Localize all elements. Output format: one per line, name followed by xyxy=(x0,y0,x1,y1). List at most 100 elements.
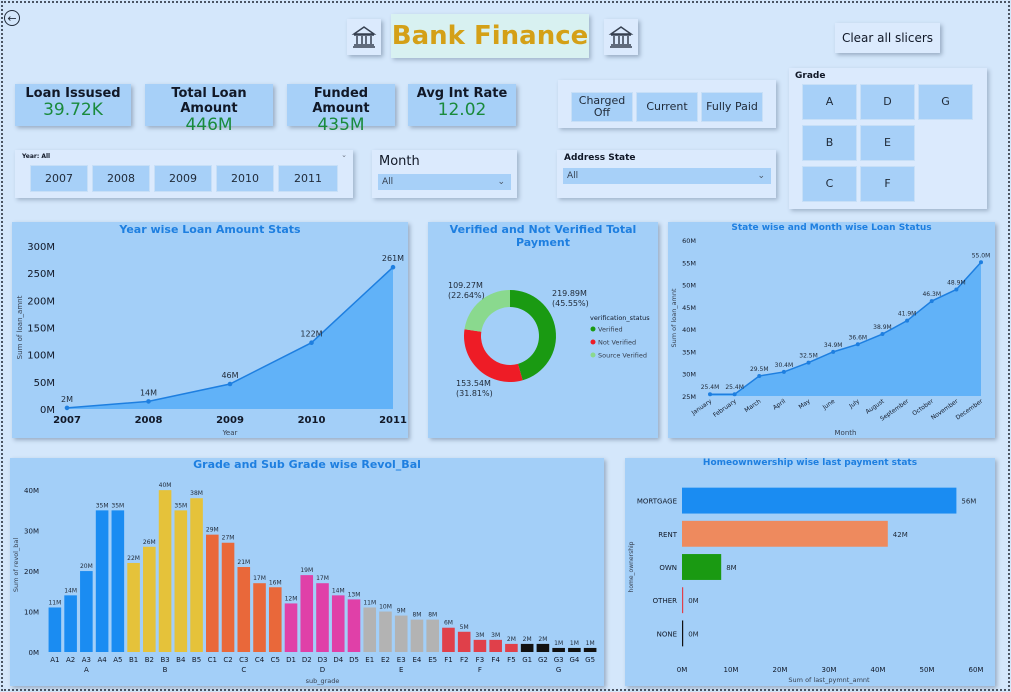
data-label: 30.4M xyxy=(775,362,794,369)
x-tick-label: May xyxy=(798,398,813,411)
group-label: F xyxy=(478,666,482,674)
bar xyxy=(520,643,534,652)
slicer-option-fully-paid[interactable]: Fully Paid xyxy=(701,92,763,122)
address-state-dropdown[interactable]: All ⌄ xyxy=(563,168,771,184)
kpi-value: 12.02 xyxy=(437,100,487,120)
bar xyxy=(536,643,550,652)
x-tick-label: 40M xyxy=(871,666,886,674)
month-wise-chart-panel: State wise and Month wise Loan Status 25… xyxy=(668,222,995,438)
grade-option-a[interactable]: A xyxy=(802,84,857,120)
data-label: 14M xyxy=(140,388,157,397)
bar xyxy=(48,607,62,652)
back-arrow-icon[interactable]: ← xyxy=(4,10,20,26)
data-point xyxy=(757,373,762,378)
grade-option-c[interactable]: C xyxy=(802,166,857,202)
x-tick-label: G2 xyxy=(538,656,548,664)
y-tick-label: 50M xyxy=(682,282,696,290)
year-option-2008[interactable]: 2008 xyxy=(92,165,150,192)
data-label: 12M xyxy=(285,595,298,602)
slicer-option-current[interactable]: Current xyxy=(636,92,698,122)
data-point xyxy=(880,332,885,337)
address-state-slicer: Address State All ⌄ xyxy=(557,150,776,198)
x-tick-label: C4 xyxy=(255,656,265,664)
clear-slicers-button[interactable]: Clear all slicers xyxy=(835,23,940,53)
data-point xyxy=(954,287,959,292)
bar xyxy=(284,603,298,652)
x-tick-label: D5 xyxy=(349,656,359,664)
bar xyxy=(95,510,109,652)
x-axis-label: sub_grade xyxy=(306,677,340,685)
x-tick-label: B5 xyxy=(192,656,201,664)
group-label: E xyxy=(399,666,403,674)
x-tick-label: D3 xyxy=(318,656,328,664)
grade-option-g[interactable]: G xyxy=(918,84,973,120)
data-label: 41.9M xyxy=(898,311,917,318)
year-option-2010[interactable]: 2010 xyxy=(216,165,274,192)
grade-option-f[interactable]: F xyxy=(860,166,915,202)
x-tick-label: A1 xyxy=(50,656,59,664)
kpi-value: 446M xyxy=(185,115,233,135)
legend-marker xyxy=(590,352,596,358)
x-tick-label: 20M xyxy=(773,666,788,674)
kpi-value: 435M xyxy=(317,115,365,135)
bar xyxy=(473,639,487,652)
y-tick-label: 50M xyxy=(34,378,55,389)
data-label: 48.9M xyxy=(947,279,966,286)
grade-option-e[interactable]: E xyxy=(860,125,915,161)
data-point xyxy=(831,349,836,354)
bar xyxy=(682,520,888,547)
kpi-funded-amount: Funded Amount 435M xyxy=(287,84,395,134)
data-point xyxy=(309,340,314,346)
y-tick-label: 100M xyxy=(27,351,55,362)
x-tick-label: 2009 xyxy=(216,415,244,426)
y-tick-label: RENT xyxy=(658,531,678,539)
x-tick-label: E5 xyxy=(428,656,437,664)
bar xyxy=(206,534,219,652)
bar xyxy=(347,599,361,652)
data-label: 1M xyxy=(586,640,595,647)
bar xyxy=(174,510,188,652)
year-option-2011[interactable]: 2011 xyxy=(278,165,338,192)
x-tick-label: B1 xyxy=(129,656,138,664)
grade-option-d[interactable]: D xyxy=(860,84,915,120)
data-label: 55.0M xyxy=(972,252,991,259)
month-dropdown[interactable]: All ⌄ xyxy=(378,174,511,190)
x-tick-label: D4 xyxy=(333,656,343,664)
data-point xyxy=(708,392,712,397)
data-label: 42M xyxy=(893,531,908,539)
grade-slicer: Grade A D G B E C F xyxy=(789,68,987,209)
x-tick-label: February xyxy=(712,398,738,419)
data-label: 261M xyxy=(382,254,404,263)
data-label: (31.81%) xyxy=(456,389,493,398)
grade-option-b[interactable]: B xyxy=(802,125,857,161)
x-tick-label: A5 xyxy=(113,656,122,664)
group-label: A xyxy=(84,666,89,674)
y-tick-label: 250M xyxy=(27,269,55,280)
x-tick-label: D1 xyxy=(286,656,296,664)
year-option-2007[interactable]: 2007 xyxy=(30,165,88,192)
y-tick-label: OWN xyxy=(659,564,677,572)
year-option-2009[interactable]: 2009 xyxy=(154,165,212,192)
month-dropdown-value: All xyxy=(382,177,394,187)
slicer-option-charged-off[interactable]: Charged Off xyxy=(571,92,633,122)
chevron-down-icon[interactable]: ⌄ xyxy=(341,151,347,159)
data-label: 25.4M xyxy=(725,384,744,391)
kpi-label: Loan Issused xyxy=(25,86,121,101)
y-tick-label: 60M xyxy=(682,237,696,245)
group-label: B xyxy=(163,666,168,674)
y-tick-label: 300M xyxy=(27,242,55,253)
x-tick-label: F4 xyxy=(491,656,500,664)
x-tick-label: B2 xyxy=(145,656,154,664)
x-tick-label: E2 xyxy=(381,656,390,664)
year-wise-chart: 0M50M100M150M200M250M300M2M200714M200846… xyxy=(16,242,407,437)
bar xyxy=(568,647,581,652)
dashboard-title-text: Bank Finance xyxy=(391,21,589,51)
data-label: 13M xyxy=(348,591,361,598)
group-label: C xyxy=(241,666,246,674)
data-label: 8M xyxy=(726,564,737,572)
kpi-label: Total Loan Amount xyxy=(171,86,247,116)
kpi-label: Funded Amount xyxy=(312,86,370,116)
data-point xyxy=(855,342,860,347)
bar xyxy=(64,595,77,652)
y-tick-label: MORTGAGE xyxy=(637,498,677,506)
